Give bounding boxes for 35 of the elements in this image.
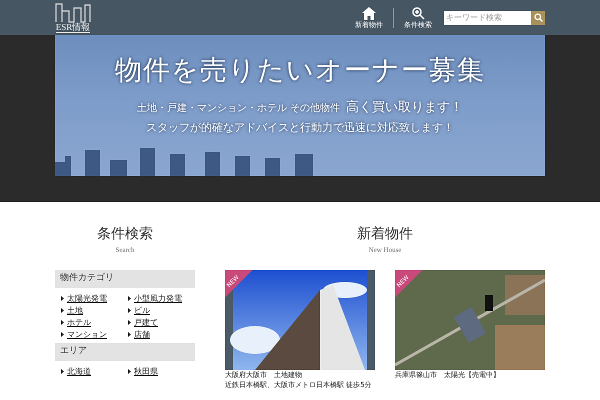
category-link[interactable]: ホテル (67, 316, 91, 328)
triangle-icon (61, 320, 64, 324)
triangle-icon (61, 308, 64, 312)
keyword-search-field[interactable]: キーワード検索 (444, 10, 531, 24)
category-link[interactable]: 戸建て (134, 316, 158, 328)
category-link[interactable]: ビル (134, 304, 150, 316)
category-link[interactable]: 土地 (67, 304, 83, 316)
search-icon (534, 13, 542, 22)
zoom-in-icon (412, 6, 424, 20)
category-link[interactable]: 太陽光発電 (67, 292, 107, 304)
hero-emphasis: 高く買い取ります！ (346, 99, 464, 117)
triangle-icon (128, 308, 131, 312)
hero-subtitle: 土地・戸建・マンション・ホテル その他物件 (136, 102, 340, 116)
hero-title: 物件を売りたいオーナー募集 (115, 57, 485, 84)
triangle-icon (128, 368, 131, 374)
triangle-icon (128, 320, 131, 324)
section-title: 新着物件 (357, 228, 413, 242)
category-link[interactable]: 北海道 (67, 366, 91, 376)
hero-text: スタッフが的確なアドバイスと行動力で迅速に対応致します！ (146, 120, 454, 136)
triangle-icon (128, 332, 131, 336)
triangle-icon (61, 296, 64, 300)
triangle-icon (128, 296, 131, 300)
search-button[interactable] (531, 10, 545, 24)
section-title: 条件検索 (97, 228, 153, 242)
logo-icon (55, 2, 91, 22)
category-link[interactable]: マンション (67, 328, 107, 340)
triangle-icon (61, 332, 64, 336)
category-link[interactable]: 秋田県 (134, 366, 158, 376)
category-heading: エリア (55, 342, 195, 360)
category-heading: 物件カテゴリ (55, 270, 195, 288)
house-icon (362, 6, 376, 20)
triangle-icon (61, 368, 64, 374)
category-link[interactable]: 小型風力発電 (134, 292, 182, 304)
logo-text: ESR情報 (56, 22, 90, 32)
category-link[interactable]: 店舗 (134, 328, 150, 340)
